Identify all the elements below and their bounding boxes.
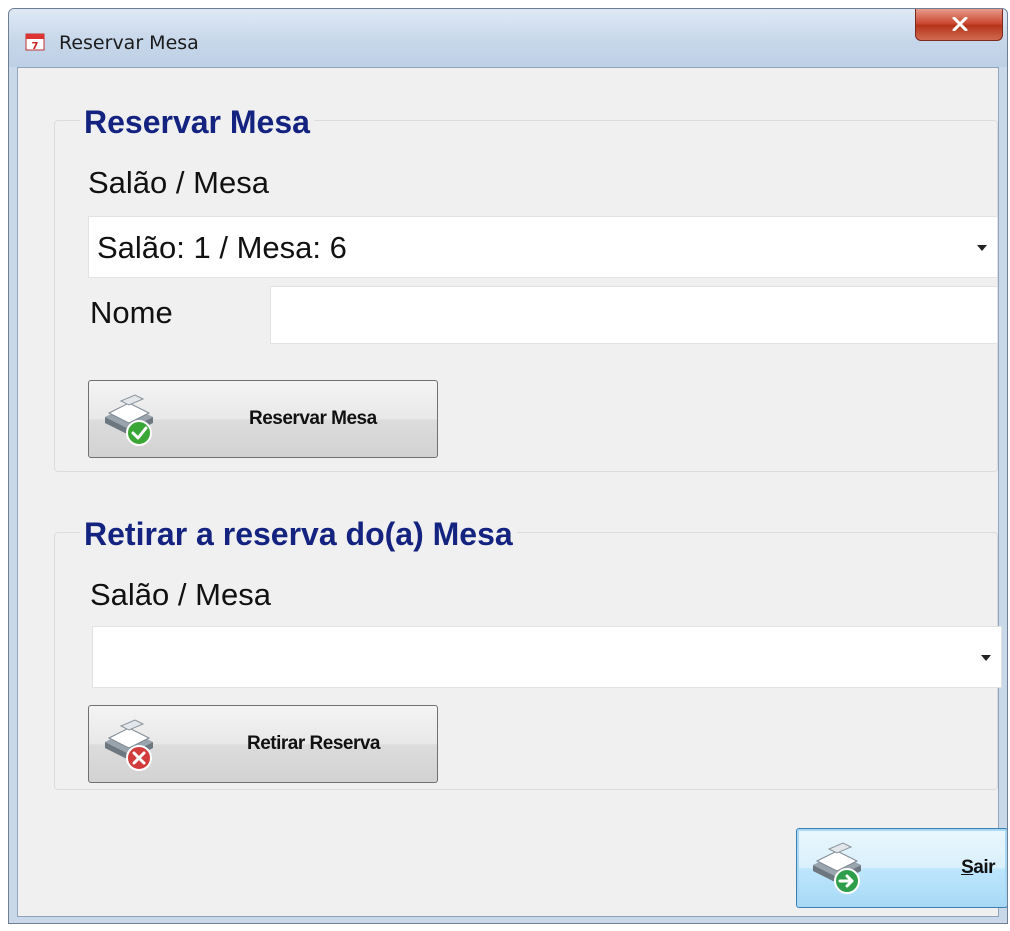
reservar-mesa-window: 7 Reservar Mesa Reservar Mesa Salão / Me… [8, 8, 1008, 924]
reserve-salao-mesa-value: Salão: 1 / Mesa: 6 [97, 230, 347, 265]
reserve-salao-mesa-label: Salão / Mesa [88, 165, 269, 200]
remove-salao-mesa-label: Salão / Mesa [90, 577, 271, 612]
svg-text:7: 7 [32, 41, 39, 51]
reserve-group-title: Reservar Mesa [80, 104, 314, 140]
nome-label: Nome [90, 295, 173, 330]
reservar-mesa-button-label: Reservar Mesa [249, 408, 377, 429]
sair-button-label: Sair [961, 857, 995, 878]
sair-button[interactable]: Sair [796, 828, 1007, 908]
reserve-salao-mesa-combobox[interactable]: Salão: 1 / Mesa: 6 [88, 216, 998, 278]
client-area: Reservar Mesa Salão / Mesa Salão: 1 / Me… [17, 67, 1007, 917]
tray-remove-icon [105, 719, 153, 771]
retirar-reserva-button-label: Retirar Reserva [247, 733, 380, 754]
dropdown-arrow-icon[interactable] [981, 655, 991, 661]
remove-salao-mesa-combobox[interactable] [92, 626, 1002, 688]
tray-exit-icon [813, 842, 861, 894]
retirar-reserva-button[interactable]: Retirar Reserva [88, 705, 438, 783]
remove-group-title: Retirar a reserva do(a) Mesa [80, 516, 517, 552]
close-icon [952, 17, 968, 31]
reservar-mesa-button[interactable]: Reservar Mesa [88, 380, 438, 458]
tray-check-icon [105, 394, 153, 446]
title-bar[interactable]: 7 Reservar Mesa [9, 9, 1007, 67]
dropdown-arrow-icon[interactable] [977, 245, 987, 251]
window-title: Reservar Mesa [59, 32, 199, 54]
close-button[interactable] [915, 9, 1003, 41]
nome-input[interactable] [270, 286, 998, 344]
calendar-app-icon: 7 [25, 33, 45, 51]
